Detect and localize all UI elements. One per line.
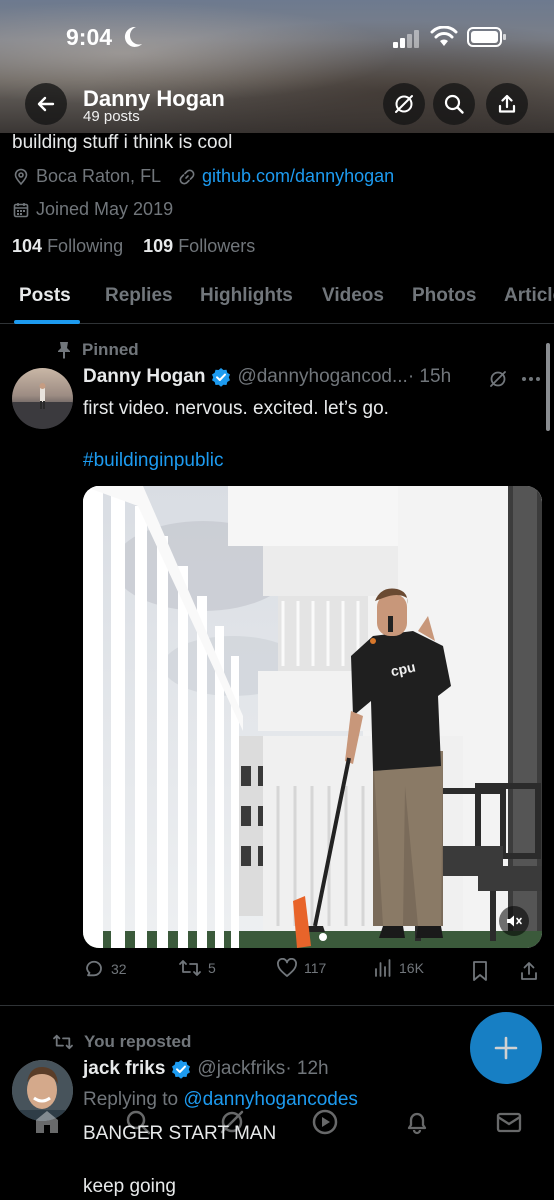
status-time: 9:04 (66, 24, 113, 50)
battery-icon (467, 27, 506, 47)
share-icon (498, 94, 516, 113)
calendar-icon (13, 202, 29, 217)
following-link[interactable]: 104 Following (12, 236, 123, 256)
post-author-name[interactable]: Danny Hogan (83, 366, 205, 388)
share-button[interactable] (486, 83, 528, 125)
follow-counts: 104 Following 109 Followers (12, 236, 255, 257)
status-bar: 9:04 (0, 22, 554, 56)
tab-posts[interactable]: Posts (19, 285, 71, 307)
view-count: 16K (399, 960, 424, 976)
pinned-post-header: Danny Hogan @dannyhogancod... · 15h (83, 366, 451, 388)
video-play-icon[interactable] (311, 1108, 339, 1136)
reply-count: 32 (111, 961, 127, 977)
repost-indicator-icon (53, 1034, 73, 1050)
moon-icon (124, 26, 142, 47)
header-posts-count: 49 posts (83, 108, 140, 125)
following-label: Following (47, 236, 124, 256)
repost-text-line2: keep going (83, 1176, 176, 1197)
more-options-icon[interactable] (521, 376, 541, 382)
tab-articles[interactable]: Articles (504, 285, 554, 307)
post-actions: 32 5 117 16K (83, 958, 543, 986)
post-author-handle[interactable]: @dannyhogancod... (237, 366, 407, 388)
compose-post-button[interactable] (470, 1012, 542, 1084)
repost-indicator: You reposted (52, 1032, 191, 1052)
like-button[interactable]: 117 (276, 958, 326, 978)
home-icon[interactable] (33, 1108, 61, 1136)
avatar-photo (12, 383, 73, 429)
location-pin-icon (14, 168, 28, 185)
verified-badge-icon (212, 368, 231, 387)
grok-nav-icon[interactable] (218, 1108, 246, 1136)
avatar[interactable] (12, 368, 73, 429)
messages-mail-icon[interactable] (495, 1108, 523, 1136)
plus-icon (494, 1036, 518, 1060)
followers-label: Followers (178, 236, 256, 256)
notifications-bell-icon[interactable] (403, 1108, 431, 1136)
repost-icon (179, 960, 201, 976)
share-post-icon[interactable] (519, 960, 539, 982)
grok-button[interactable] (383, 83, 425, 125)
profile-joined-date: Joined May 2019 (12, 199, 173, 220)
tab-photos[interactable]: Photos (412, 285, 476, 307)
bottom-nav (0, 1100, 554, 1150)
post-time: · 15h (407, 366, 452, 387)
back-button[interactable] (25, 83, 67, 125)
back-arrow-icon (37, 96, 55, 112)
cellular-signal-icon (393, 30, 419, 48)
bookmark-icon[interactable] (471, 960, 489, 982)
search-icon (444, 94, 464, 114)
post-divider (0, 1005, 554, 1006)
profile-bio: building stuff i think is cool (12, 132, 233, 153)
verified-badge-icon (172, 1060, 191, 1079)
scrollbar[interactable] (546, 343, 550, 431)
wifi-icon (430, 26, 458, 46)
repost-button[interactable]: 5 (178, 958, 216, 978)
reply-button[interactable]: 32 (83, 958, 127, 980)
repost-label: You reposted (84, 1032, 192, 1051)
reply-icon (86, 960, 102, 977)
search-button[interactable] (433, 83, 475, 125)
views-button[interactable]: 16K (373, 958, 424, 978)
pinned-indicator: Pinned (56, 340, 139, 360)
grok-post-icon[interactable] (488, 369, 508, 389)
joined-text: Joined May 2019 (36, 199, 174, 219)
repost-header: jack friks @jackfriks · 12h (83, 1058, 329, 1080)
pinned-label: Pinned (82, 340, 139, 359)
explore-search-icon[interactable] (124, 1108, 152, 1136)
post-text: first video. nervous. excited. let’s go. (83, 398, 389, 419)
mute-icon[interactable] (505, 912, 523, 930)
like-count: 117 (304, 960, 327, 976)
active-tab-indicator (14, 320, 80, 324)
pin-icon (58, 342, 70, 359)
tab-highlights[interactable]: Highlights (200, 285, 293, 307)
repost-count: 5 (208, 960, 216, 976)
followers-link[interactable]: 109 Followers (143, 236, 255, 256)
profile-website[interactable]: github.com/dannyhogan (178, 166, 394, 187)
post-video[interactable]: cpu (83, 486, 542, 948)
profile-tabs: Posts Replies Highlights Videos Photos A… (0, 270, 554, 324)
followers-count: 109 (143, 236, 174, 256)
tab-videos[interactable]: Videos (322, 285, 384, 307)
grok-icon (395, 95, 413, 113)
tab-replies[interactable]: Replies (105, 285, 173, 307)
views-chart-icon (375, 959, 391, 977)
following-count: 104 (12, 236, 43, 256)
profile-location: Boca Raton, FL (12, 166, 161, 187)
location-text: Boca Raton, FL (36, 166, 162, 186)
post-hashtag[interactable]: #buildinginpublic (83, 450, 224, 472)
link-icon (179, 169, 195, 184)
video-frame: cpu (83, 486, 542, 948)
repost-author-name[interactable]: jack friks (83, 1058, 165, 1080)
heart-icon (277, 958, 297, 977)
repost-author-handle[interactable]: @jackfriks (197, 1058, 285, 1080)
website-link[interactable]: github.com/dannyhogan (202, 166, 394, 187)
repost-time: · 12h (285, 1058, 329, 1079)
